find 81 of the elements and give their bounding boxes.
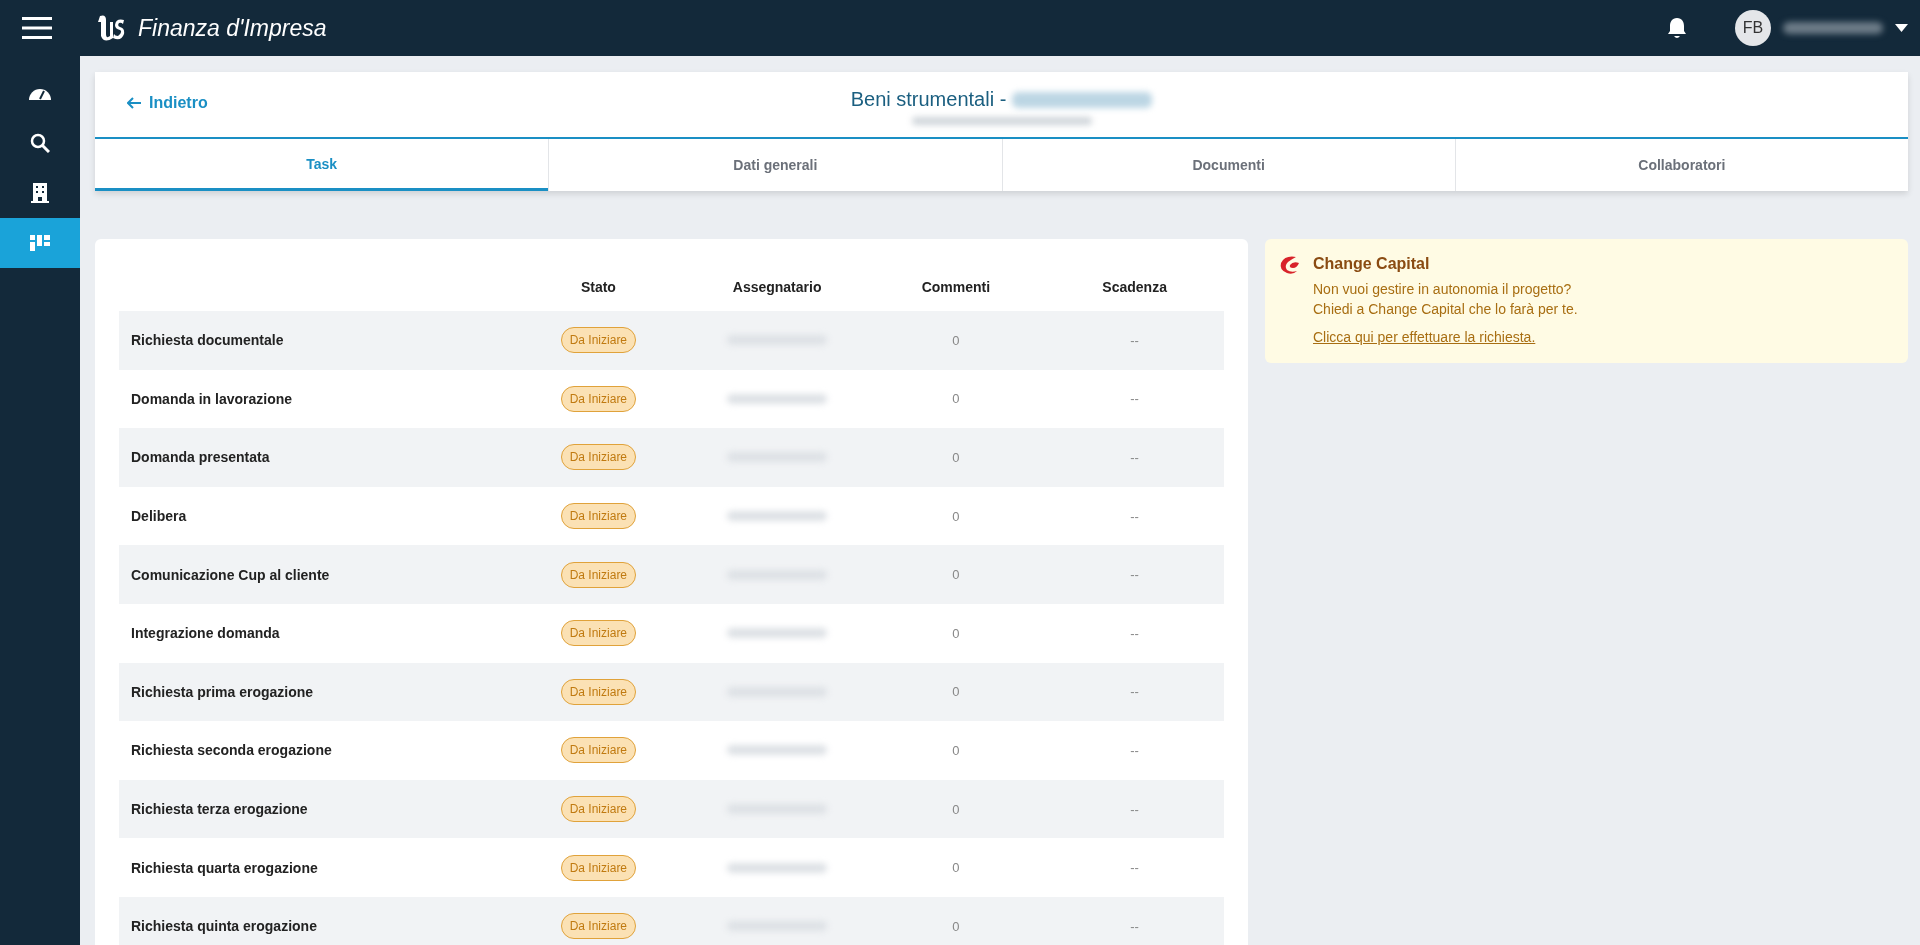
column-header: Scadenza [1101, 279, 1168, 295]
due-date: -- [1130, 625, 1139, 641]
table-row[interactable]: Richiesta documentale Da Iniziare 0 -- [119, 311, 1224, 370]
tab[interactable]: Dati generali [548, 139, 1002, 191]
task-name: Integrazione domanda [130, 625, 281, 642]
due-date: -- [1130, 860, 1139, 876]
tab[interactable]: Documenti [1001, 139, 1455, 191]
menu-icon[interactable] [22, 17, 52, 39]
promo-text: Chiedi a Change Capital che lo farà per te. [1313, 301, 1578, 317]
comment-count: 0 [952, 684, 960, 700]
table-row[interactable]: Delibera Da Iniziare 0 -- [119, 486, 1224, 546]
bell-icon[interactable] [1667, 17, 1687, 39]
task-name: Richiesta documentale [130, 332, 285, 349]
task-name: Domanda in lavorazione [130, 390, 294, 407]
table-row[interactable]: Richiesta seconda erogazione Da Iniziare 0 -- [119, 721, 1224, 780]
search-icon [30, 133, 50, 153]
status-badge: Da Iniziare [560, 620, 637, 647]
task-name: Richiesta quinta erogazione [130, 918, 318, 935]
comment-count: 0 [952, 391, 960, 407]
comment-count: 0 [952, 450, 960, 465]
caret-icon[interactable] [1895, 24, 1908, 32]
status-badge: Da Iniziare [560, 444, 637, 471]
table-row[interactable]: Richiesta prima erogazione Da Iniziare 0 -- [119, 662, 1224, 722]
status-badge: Da Iniziare [560, 385, 637, 412]
table-row[interactable]: Integrazione domanda Da Iniziare 0 -- [119, 603, 1224, 663]
comment-count: 0 [952, 567, 960, 583]
task-name: Delibera [130, 508, 188, 525]
due-date: -- [1130, 450, 1139, 465]
due-date: -- [1130, 391, 1139, 407]
building-icon [31, 183, 49, 203]
table-row[interactable]: Richiesta quarta erogazione Da Iniziare 0 -- [119, 838, 1224, 897]
gauge-icon [29, 86, 51, 100]
due-date: -- [1130, 567, 1139, 583]
task-name: Richiesta prima erogazione [130, 683, 315, 700]
app-title: Finanza d'Impresa [138, 14, 327, 42]
status-badge: Da Iniziare [560, 913, 637, 940]
task-name: Richiesta quarta erogazione [130, 859, 319, 876]
column-header: Assegnatario [731, 279, 823, 295]
status-badge: Da Iniziare [560, 503, 637, 530]
left-arrow-icon [127, 97, 141, 109]
due-date: -- [1130, 742, 1139, 758]
table-row[interactable]: Domanda in lavorazione Da Iniziare 0 -- [119, 369, 1224, 429]
table-row[interactable]: Richiesta terza erogazione Da Iniziare 0 -- [119, 779, 1224, 839]
due-date: -- [1130, 684, 1139, 700]
task-name: Comunicazione Cup al cliente [130, 566, 331, 583]
comment-count: 0 [952, 801, 960, 817]
comment-count: 0 [952, 918, 960, 934]
due-date: -- [1130, 918, 1139, 934]
due-date: -- [1130, 332, 1139, 348]
promo-title: Change Capital [1313, 255, 1431, 273]
promo-text: Non vuoi gestire in autonomia il progetto? [1313, 281, 1573, 297]
status-badge: Da Iniziare [560, 561, 637, 588]
logo-icon [96, 14, 126, 42]
status-badge: Da Iniziare [560, 737, 637, 764]
table-row[interactable]: Comunicazione Cup al cliente Da Iniziare 0 -- [119, 545, 1224, 604]
status-badge: Da Iniziare [560, 854, 637, 881]
status-badge: Da Iniziare [560, 796, 637, 823]
comment-count: 0 [952, 332, 960, 348]
comment-count: 0 [952, 860, 960, 876]
request-link[interactable]: Clicca qui per effettuare la richiesta. [1313, 329, 1578, 345]
column-header: Commenti [920, 279, 992, 295]
task-name: Domanda presentata [130, 449, 271, 466]
column-header: Stato [579, 279, 617, 295]
board-icon [30, 235, 50, 251]
status-badge: Da Iniziare [560, 327, 637, 354]
task-name: Richiesta terza erogazione [130, 801, 309, 818]
comment-count: 0 [952, 625, 960, 641]
tab[interactable]: Collaboratori [1454, 139, 1908, 191]
swirl-logo-icon [1279, 255, 1301, 277]
back-link[interactable]: Indietro [127, 94, 208, 112]
comment-count: 0 [952, 508, 960, 524]
tab[interactable]: Task [95, 139, 549, 191]
status-badge: Da Iniziare [560, 678, 637, 705]
due-date: -- [1130, 508, 1139, 524]
due-date: -- [1130, 801, 1139, 817]
table-row[interactable]: Richiesta quinta erogazione Da Iniziare 0 -- [119, 896, 1224, 945]
avatar[interactable]: FB [1735, 10, 1771, 46]
table-row[interactable]: Domanda presentata Da Iniziare 0 -- [119, 428, 1224, 487]
task-name: Richiesta seconda erogazione [130, 742, 333, 759]
project-title: Beni strumentali - [850, 88, 1007, 111]
comment-count: 0 [952, 742, 960, 758]
